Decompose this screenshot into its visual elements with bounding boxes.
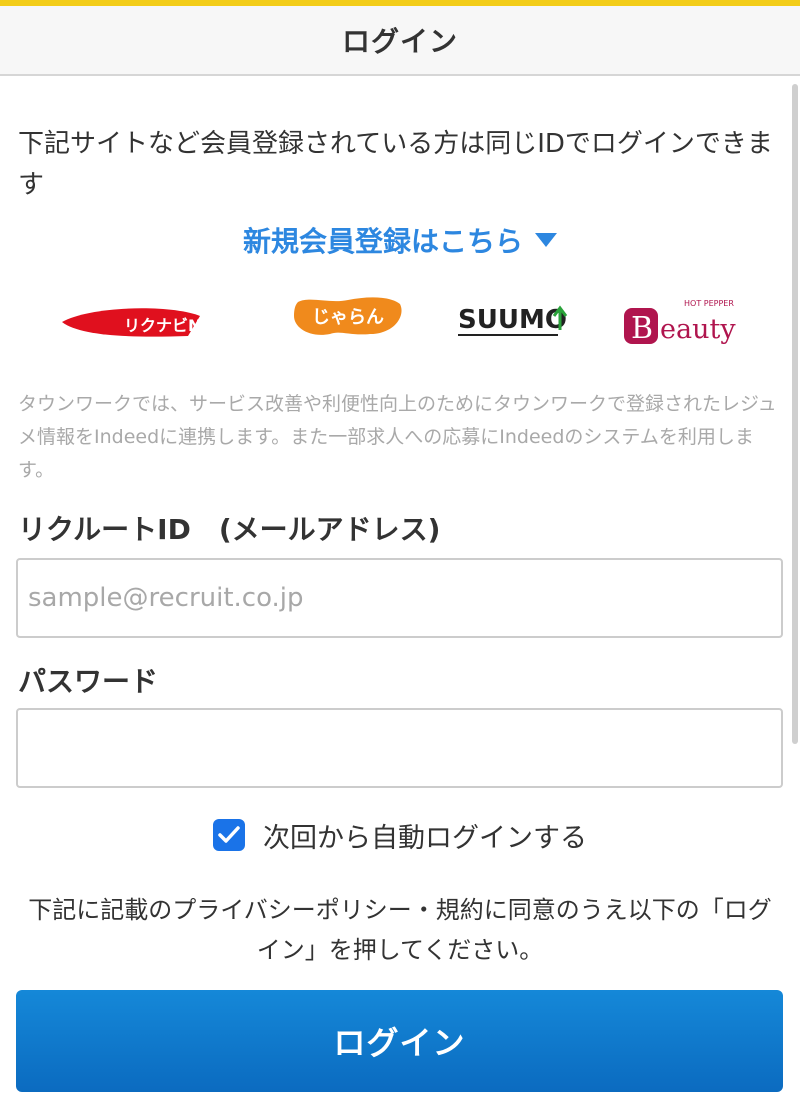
login-button[interactable]: ログイン [16,990,783,1092]
register-link-label: 新規会員登録はこちら [242,225,523,258]
hotpepper-beauty-logo: HOT PEPPER B eauty [624,299,736,346]
page-header: ログイン [0,6,800,76]
svg-text:eauty: eauty [660,314,736,345]
password-field-label: パスワード [18,665,159,698]
register-link[interactable]: 新規会員登録はこちら [0,220,800,260]
checkmark-icon [218,826,240,843]
email-field[interactable] [16,558,783,638]
indeed-notice-text: タウンワークでは、サービス改善や利便性向上のためにタウンワークで登録されたレジュ… [18,393,777,481]
rikunabi-next-logo: リクナビNEXT [62,308,236,337]
triangle-down-icon [535,233,557,247]
intro-text: 下記サイトなど会員登録されている方は同じIDでログインできます [18,129,773,200]
email-field-label: リクルートID (メールアドレス) [18,513,441,546]
auto-login-label: 次回から自動ログインする [263,822,587,854]
suumo-logo: SUUMO [458,305,568,336]
auto-login-checkbox[interactable] [213,819,245,851]
svg-text:SUUMO: SUUMO [458,305,567,335]
terms-text: 下記に記載のプライバシーポリシー・規約に同意のうえ以下の「ログイン」を押してくだ… [28,896,772,964]
partner-logos: リクナビNEXT じゃらん SUUMO HOT PEPPER B eauty [0,288,800,354]
password-field[interactable] [16,708,783,788]
svg-text:リクナビNEXT: リクナビNEXT [124,316,236,335]
svg-text:じゃらん: じゃらん [312,307,384,328]
jalan-logo: じゃらん [294,297,402,335]
scrollbar[interactable] [792,84,798,744]
svg-text:B: B [631,311,653,346]
svg-text:HOT PEPPER: HOT PEPPER [684,299,734,308]
auto-login-option[interactable]: 次回から自動ログインする [0,812,800,858]
page-title: ログイン [341,25,458,58]
